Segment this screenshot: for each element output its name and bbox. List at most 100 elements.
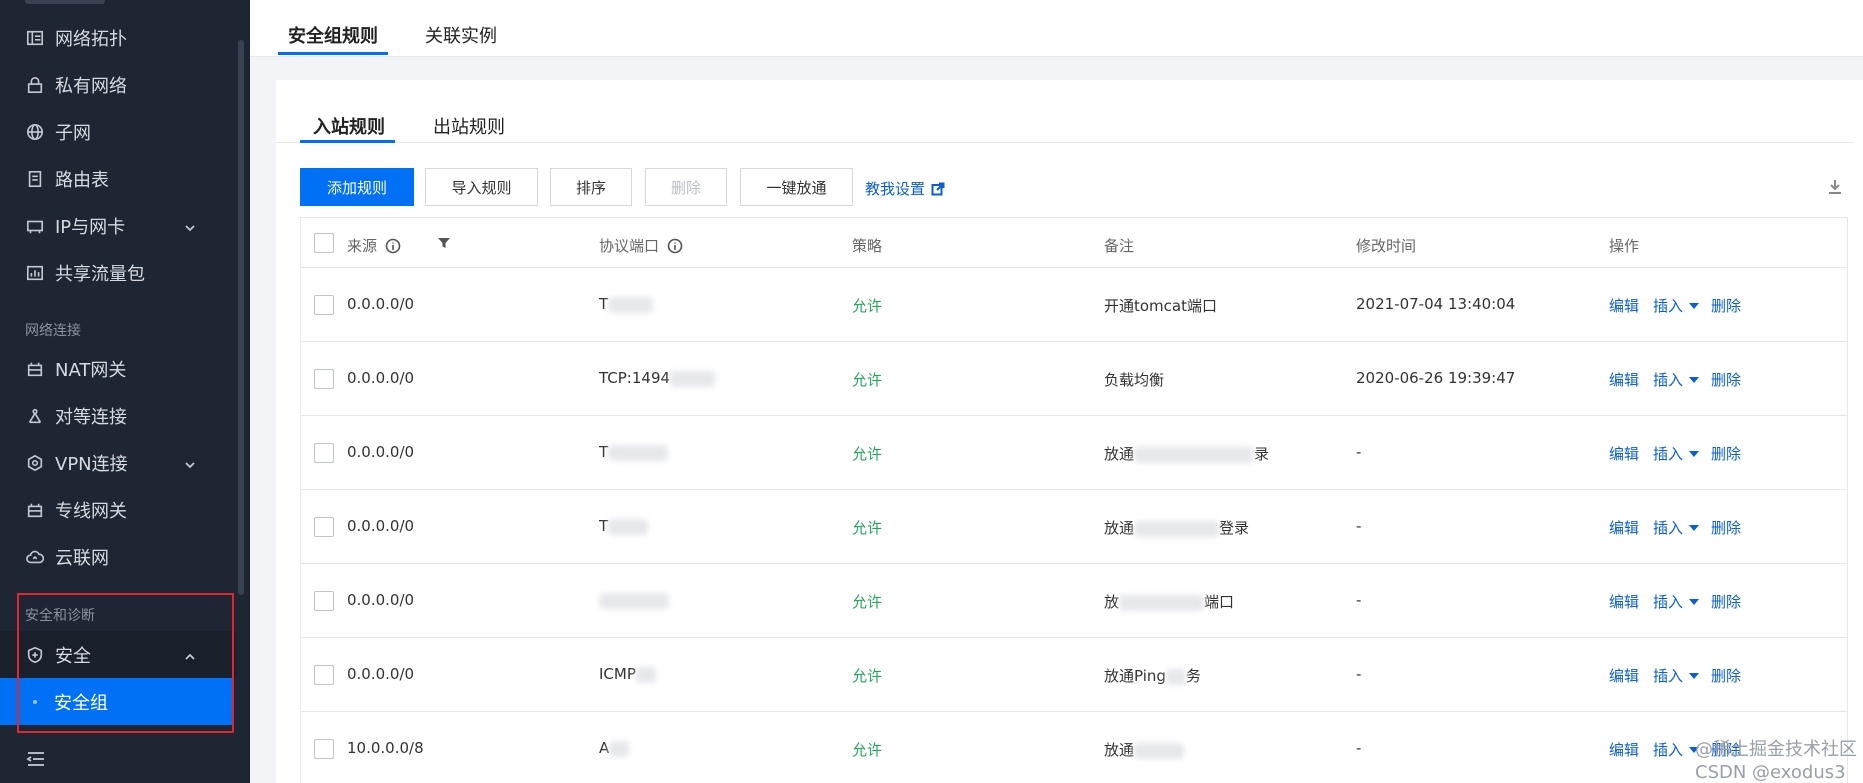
- header-protocol-port: 协议端口: [599, 235, 683, 256]
- table-row: 10.0.0.0/8 A 允许 放通 - 编辑 插入 删除: [301, 712, 1847, 783]
- edit-link[interactable]: 编辑: [1609, 295, 1639, 316]
- table-row: 0.0.0.0/0 T 允许 放通录 - 编辑 插入 删除: [301, 416, 1847, 490]
- cell-policy: 允许: [852, 593, 883, 611]
- sidebar-item-label: 共享流量包: [55, 263, 145, 285]
- insert-link[interactable]: 插入: [1653, 591, 1683, 612]
- row-actions: 编辑 插入 删除: [1609, 295, 1755, 316]
- table-row: 0.0.0.0/0 ICMP 允许 放通Ping 务 - 编辑 插入 删除: [301, 638, 1847, 712]
- sidebar-item-ccn[interactable]: 云联网: [0, 533, 236, 580]
- info-icon[interactable]: [385, 238, 401, 254]
- edit-link[interactable]: 编辑: [1609, 443, 1639, 464]
- chart-icon: [25, 263, 45, 283]
- sidebar-item-topology[interactable]: 网络拓扑: [0, 14, 236, 61]
- delete-link[interactable]: 删除: [1711, 517, 1741, 538]
- sidebar-item-vpc[interactable]: 私有网络: [0, 61, 236, 108]
- sidebar-item-vpn[interactable]: VPN连接: [0, 439, 236, 486]
- highlight-annotation-box: [17, 593, 234, 733]
- header-policy: 策略: [852, 237, 883, 255]
- edit-link[interactable]: 编辑: [1609, 369, 1639, 390]
- info-icon[interactable]: [667, 238, 683, 254]
- row-checkbox[interactable]: [314, 665, 334, 685]
- row-checkbox[interactable]: [314, 591, 334, 611]
- import-rules-button[interactable]: 导入规则: [425, 168, 538, 206]
- tab-associated-instances[interactable]: 关联实例: [425, 22, 497, 48]
- row-checkbox[interactable]: [314, 443, 334, 463]
- sidebar-section-network: 网络连接: [25, 323, 81, 339]
- row-actions: 编辑 插入 删除: [1609, 443, 1755, 464]
- delete-button[interactable]: 删除: [645, 168, 727, 206]
- cell-note: 放通录: [1104, 445, 1270, 463]
- sidebar-item-route-table[interactable]: 路由表: [0, 155, 236, 202]
- caret-down-icon[interactable]: [1689, 376, 1700, 383]
- sidebar-item-peering[interactable]: 对等连接: [0, 392, 236, 439]
- sidebar-item-nat[interactable]: NAT网关: [0, 345, 236, 392]
- download-icon[interactable]: [1826, 178, 1844, 196]
- caret-down-icon[interactable]: [1689, 302, 1700, 309]
- insert-link[interactable]: 插入: [1653, 517, 1683, 538]
- filter-icon[interactable]: [437, 235, 451, 249]
- sidebar-item-subnet[interactable]: 子网: [0, 108, 236, 155]
- caret-down-icon[interactable]: [1689, 524, 1700, 531]
- cell-port: T: [599, 443, 669, 461]
- delete-link[interactable]: 删除: [1711, 443, 1741, 464]
- sidebar-item-ip-card[interactable]: IP与网卡: [0, 202, 236, 249]
- header-source: 来源: [347, 235, 401, 256]
- collapse-menu-icon[interactable]: [25, 748, 47, 770]
- caret-down-icon[interactable]: [1689, 672, 1700, 679]
- row-checkbox[interactable]: [314, 295, 334, 315]
- insert-link[interactable]: 插入: [1653, 665, 1683, 686]
- sidebar-item-label: 网络拓扑: [55, 28, 127, 50]
- cloud-icon: [25, 547, 45, 567]
- row-actions: 编辑 插入 删除: [1609, 591, 1755, 612]
- row-actions: 编辑 插入 删除: [1609, 369, 1755, 390]
- caret-down-icon[interactable]: [1689, 450, 1700, 457]
- delete-link[interactable]: 删除: [1711, 591, 1741, 612]
- active-tab-indicator: [278, 52, 388, 55]
- select-all-checkbox[interactable]: [314, 233, 334, 253]
- cell-source: 0.0.0.0/0: [347, 443, 415, 461]
- row-checkbox[interactable]: [314, 517, 334, 537]
- cell-policy: 允许: [852, 519, 883, 537]
- table-row: 0.0.0.0/0 T 允许 放通 登录 - 编辑 插入 删除: [301, 490, 1847, 564]
- sort-button[interactable]: 排序: [550, 168, 632, 206]
- cell-time: -: [1356, 739, 1362, 757]
- caret-down-icon[interactable]: [1689, 598, 1700, 605]
- cell-policy: 允许: [852, 371, 883, 389]
- cell-port: TCP:1494: [599, 369, 716, 387]
- insert-link[interactable]: 插入: [1653, 369, 1683, 390]
- tab-outbound-rules[interactable]: 出站规则: [433, 113, 505, 139]
- sidebar-item-direct-gateway[interactable]: 专线网关: [0, 486, 236, 533]
- cell-port: A: [599, 739, 630, 757]
- tab-security-group-rules[interactable]: 安全组规则: [288, 22, 378, 48]
- active-subtab-indicator: [300, 140, 395, 143]
- tab-inbound-rules[interactable]: 入站规则: [313, 113, 385, 139]
- sidebar-item-shared-traffic[interactable]: 共享流量包: [0, 249, 236, 296]
- delete-link[interactable]: 删除: [1711, 369, 1741, 390]
- row-checkbox[interactable]: [314, 369, 334, 389]
- edit-link[interactable]: 编辑: [1609, 739, 1639, 760]
- topology-icon: [25, 28, 45, 48]
- insert-link[interactable]: 插入: [1653, 295, 1683, 316]
- edit-link[interactable]: 编辑: [1609, 665, 1639, 686]
- cell-time: -: [1356, 665, 1362, 683]
- cell-port: T: [599, 295, 654, 313]
- cell-source: 0.0.0.0/0: [347, 369, 415, 387]
- edit-link[interactable]: 编辑: [1609, 517, 1639, 538]
- row-checkbox[interactable]: [314, 739, 334, 759]
- edit-link[interactable]: 编辑: [1609, 591, 1639, 612]
- chevron-down-icon: [184, 455, 196, 469]
- teach-me-link[interactable]: 教我设置: [865, 178, 945, 199]
- sidebar-item-label: IP与网卡: [55, 216, 126, 238]
- gateway-icon: [25, 500, 45, 520]
- cell-time: 2021-07-04 13:40:04: [1356, 295, 1516, 313]
- insert-link[interactable]: 插入: [1653, 739, 1683, 760]
- row-actions: 编辑 插入 删除: [1609, 517, 1755, 538]
- cell-policy: 允许: [852, 741, 883, 759]
- add-rule-button[interactable]: 添加规则: [300, 168, 414, 206]
- table-row: 0.0.0.0/0 T 允许 开通tomcat端口 2021-07-04 13:…: [301, 268, 1847, 342]
- insert-link[interactable]: 插入: [1653, 443, 1683, 464]
- delete-link[interactable]: 删除: [1711, 295, 1741, 316]
- delete-link[interactable]: 删除: [1711, 665, 1741, 686]
- sidebar-scrollbar[interactable]: [238, 40, 244, 595]
- open-all-button[interactable]: 一键放通: [740, 168, 853, 206]
